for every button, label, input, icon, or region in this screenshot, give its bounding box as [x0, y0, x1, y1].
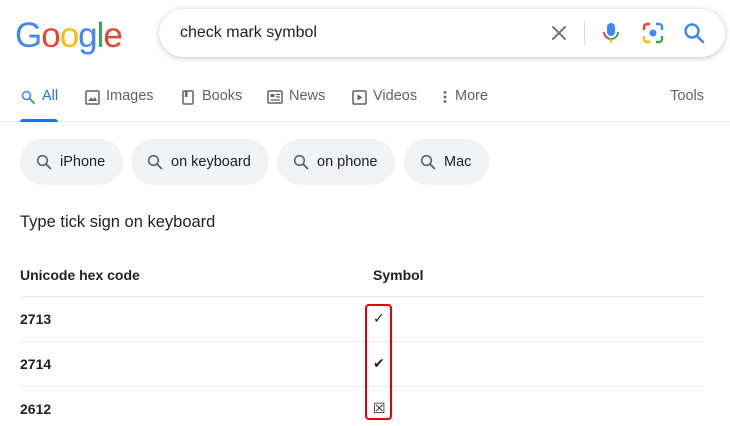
table-header-row: Unicode hex code Symbol [20, 255, 704, 296]
symbol-highlight-box [365, 304, 392, 420]
tab-all[interactable]: All [20, 88, 59, 122]
tab-books[interactable]: Books [180, 88, 242, 122]
vertical-dots-icon [441, 89, 449, 105]
search-box [159, 9, 725, 57]
logo-letter: o [59, 16, 79, 55]
search-icon [147, 154, 163, 170]
column-header: Symbol [373, 267, 424, 284]
book-icon [180, 89, 196, 105]
search-input[interactable] [180, 23, 530, 43]
symbol-cell: ✔ [373, 340, 704, 386]
chip-mac[interactable]: Mac [404, 139, 490, 185]
table-row: 2714 ✔ [20, 340, 704, 386]
tab-label: All [42, 88, 59, 104]
column-header: Unicode hex code [20, 267, 140, 284]
search-icon [20, 89, 36, 105]
hex-code-cell: 2713 [20, 295, 373, 341]
chip-label: on keyboard [171, 154, 251, 170]
chip-on-phone[interactable]: on phone [277, 139, 396, 185]
tab-videos[interactable]: Videos [351, 88, 417, 122]
chip-iphone[interactable]: iPhone [20, 139, 124, 185]
image-icon [84, 89, 100, 105]
logo-letter: e [103, 16, 122, 55]
table-row: 2612 ☒ [20, 385, 704, 426]
tab-more[interactable]: More [441, 88, 488, 122]
tab-images[interactable]: Images [84, 88, 154, 122]
tab-label: More [455, 88, 489, 104]
tab-label: Videos [373, 88, 418, 104]
news-icon [267, 89, 283, 105]
result-heading: Type tick sign on keyboard [20, 213, 216, 231]
hex-code-cell: 2612 [20, 385, 373, 426]
play-icon [351, 89, 367, 105]
camera-icon[interactable] [641, 21, 665, 45]
search-icon [420, 154, 436, 170]
hex-code-cell: 2714 [20, 340, 373, 386]
search-icon [36, 154, 52, 170]
google-logo[interactable]: Google [15, 16, 123, 56]
chip-on-keyboard[interactable]: on keyboard [131, 139, 269, 185]
table-row: 2713 ✓ [20, 295, 704, 341]
search-results-page: Google check mark symbol All Images Book… [0, 0, 730, 426]
unicode-table: Unicode hex code Symbol 2713 ✓ 2714 ✔ 26… [20, 255, 704, 426]
search-divider [584, 21, 585, 45]
microphone-icon[interactable] [599, 21, 623, 45]
tools-button[interactable]: Tools [670, 88, 704, 104]
chip-label: iPhone [60, 154, 106, 170]
logo-letter: g [78, 16, 97, 55]
search-tabs: All Images Books News Videos More Tools [0, 78, 730, 122]
logo-letter: G [15, 16, 42, 55]
search-icon[interactable] [682, 21, 706, 45]
search-icon [293, 154, 309, 170]
tab-label: Images [106, 88, 154, 104]
logo-letter: o [41, 16, 60, 55]
tab-label: News [289, 88, 326, 104]
tab-label: Books [202, 88, 243, 104]
chip-label: Mac [444, 154, 472, 170]
close-icon[interactable] [547, 21, 571, 45]
chip-label: on phone [317, 154, 378, 170]
symbol-cell: ✓ [373, 295, 704, 341]
symbol-cell: ☒ [373, 385, 704, 426]
tab-news[interactable]: News [267, 88, 325, 122]
